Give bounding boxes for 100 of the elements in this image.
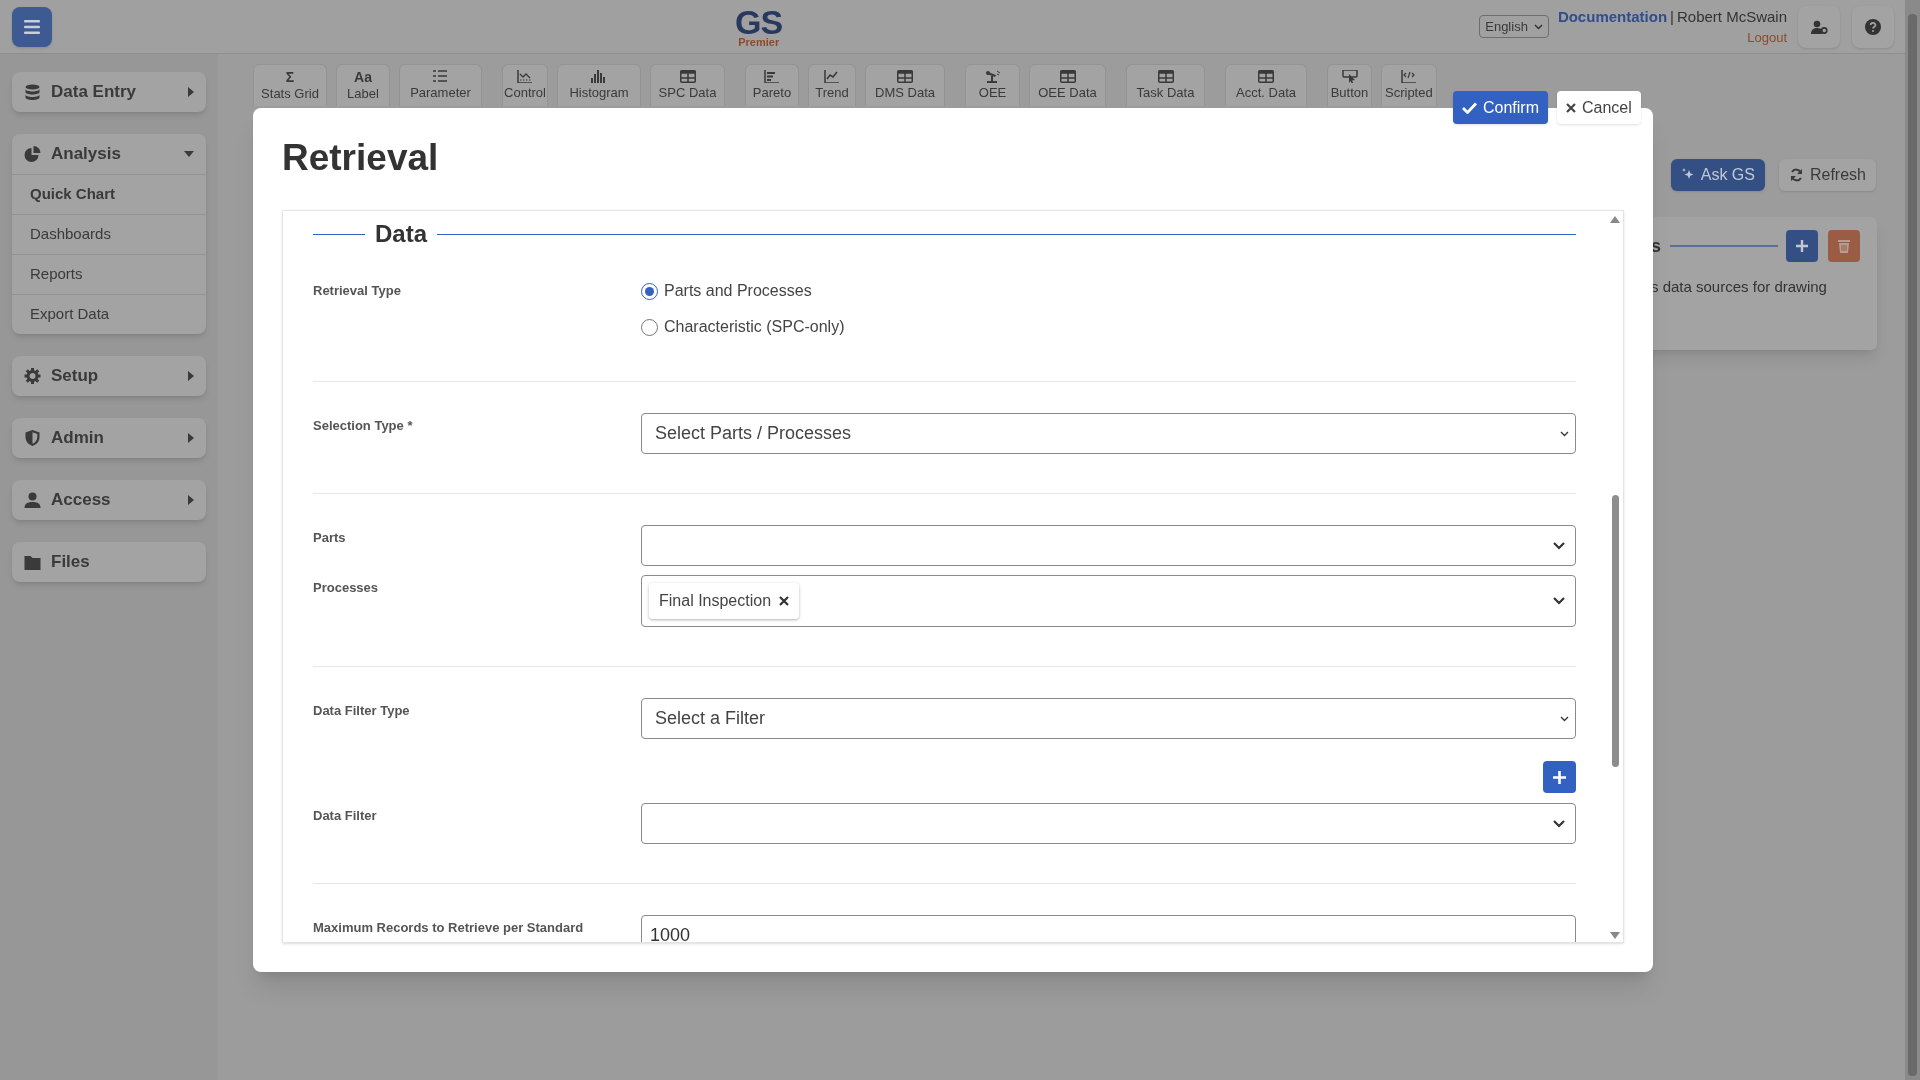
caret-right-icon xyxy=(188,495,194,505)
delete-button[interactable] xyxy=(1828,230,1860,262)
menu-icon xyxy=(24,19,40,34)
table-icon xyxy=(897,70,913,83)
scroll-down-icon xyxy=(1610,932,1620,939)
documentation-link[interactable]: Documentation xyxy=(1557,5,1668,28)
confirm-button[interactable]: Confirm xyxy=(1453,91,1548,124)
toolbar-button[interactable]: SPC Data xyxy=(650,64,725,106)
histogram-icon xyxy=(591,70,607,83)
toolbar-button[interactable]: Scripted xyxy=(1381,64,1437,106)
logout-link[interactable]: Logout xyxy=(1747,28,1787,48)
sidebar-section-header[interactable]: Data Entry xyxy=(12,72,206,112)
database-icon xyxy=(24,84,41,100)
sidebar-item[interactable]: Dashboards xyxy=(12,214,206,254)
toolbar-button[interactable]: Aa Label xyxy=(336,64,390,106)
page-scrollbar[interactable] xyxy=(1905,0,1920,1080)
toolbar-icon: Aa xyxy=(354,69,372,84)
language-select[interactable]: English xyxy=(1479,15,1549,38)
user-name: Robert McSwain xyxy=(1676,6,1787,27)
radio-label: Parts and Processes xyxy=(664,281,812,301)
caret-right-icon xyxy=(188,371,194,381)
refresh-icon xyxy=(1788,168,1804,182)
code-chart-icon xyxy=(1400,70,1417,83)
table-icon xyxy=(679,70,696,83)
toolbar-button[interactable]: Trend xyxy=(808,64,856,106)
toolbar-button[interactable]: OEE Data xyxy=(1029,64,1106,106)
selected-chip: Final Inspection xyxy=(649,583,800,619)
field-label: Processes xyxy=(313,579,380,596)
menu-button[interactable] xyxy=(12,6,52,47)
help-icon xyxy=(1865,18,1881,35)
separator-text: | xyxy=(1670,6,1674,27)
user-settings-button[interactable] xyxy=(1798,5,1840,48)
trash-icon xyxy=(1838,239,1850,253)
user-gear-icon xyxy=(1810,19,1828,34)
caret-right-icon xyxy=(188,433,194,443)
line-chart-icon xyxy=(824,70,840,83)
toolbar-button[interactable]: Task Data xyxy=(1126,64,1205,106)
multiselect-field[interactable] xyxy=(641,803,1576,844)
folder-icon xyxy=(24,554,41,570)
sidebar-item[interactable]: Export Data xyxy=(12,294,206,334)
toolbar-button[interactable]: Control xyxy=(502,64,548,106)
chevron-down-icon xyxy=(1553,541,1565,550)
sidebar-section-header[interactable]: Files xyxy=(12,542,206,582)
pareto-chart-icon xyxy=(764,70,780,83)
sidebar-section-header[interactable]: Admin xyxy=(12,418,206,458)
table-icon xyxy=(1157,70,1174,83)
toolbar-button[interactable]: Σ Stats Grid xyxy=(253,64,327,106)
action-button[interactable]: Refresh xyxy=(1778,159,1876,191)
plus-icon xyxy=(1796,240,1808,252)
toolbar-button[interactable]: OEE xyxy=(965,64,1020,106)
remove-icon xyxy=(779,596,790,606)
table-icon xyxy=(1258,70,1274,83)
select-field[interactable]: Select a Filter xyxy=(641,698,1576,739)
logo: GS Premier xyxy=(735,5,783,48)
dialog-title: Retrieval xyxy=(281,136,440,180)
field-label: Data Filter xyxy=(313,807,378,824)
pie-chart-icon xyxy=(24,146,41,162)
field-label: Data Filter Type xyxy=(313,702,411,719)
user-icon xyxy=(24,492,41,508)
table-icon xyxy=(1059,70,1076,83)
close-icon xyxy=(1566,102,1576,113)
field-label: Selection Type * xyxy=(313,417,414,434)
multiselect-field[interactable]: Final Inspection xyxy=(641,575,1576,627)
select-field[interactable]: Select Parts / Processes xyxy=(641,413,1576,454)
radio-label: Characteristic (SPC-only) xyxy=(664,317,845,337)
sidebar-section-header[interactable]: Setup xyxy=(12,356,206,396)
sidebar-section-header[interactable]: Analysis xyxy=(12,134,206,174)
chevron-down-icon xyxy=(1553,819,1565,828)
scrollbar-thumb[interactable] xyxy=(1611,495,1619,767)
check-icon xyxy=(1462,101,1477,114)
chevron-down-icon xyxy=(1560,430,1569,437)
help-button[interactable] xyxy=(1852,5,1894,48)
input-field[interactable]: 1000 xyxy=(641,915,1576,942)
pointer-icon xyxy=(1341,70,1358,83)
field-label: Parts xyxy=(313,529,347,546)
action-button[interactable]: Ask GS xyxy=(1670,159,1765,191)
toolbar-button[interactable]: Button xyxy=(1327,64,1372,106)
checklist-icon xyxy=(432,70,449,83)
chevron-down-icon xyxy=(1533,23,1543,30)
plus-icon xyxy=(1553,770,1566,784)
control-chart-icon xyxy=(517,70,533,83)
chevron-down-icon xyxy=(1560,715,1569,722)
toolbar-button[interactable]: Histogram xyxy=(557,64,641,106)
add-filter-button[interactable] xyxy=(1543,761,1576,793)
field-label: Retrieval Type xyxy=(313,282,402,299)
toolbar-button[interactable]: DMS Data xyxy=(865,64,945,106)
sidebar-item[interactable]: Quick Chart xyxy=(12,174,206,214)
shield-icon xyxy=(24,430,41,446)
toolbar-button[interactable]: Pareto xyxy=(745,64,799,106)
scroll-up-icon xyxy=(1610,216,1620,223)
section-heading: Data xyxy=(375,219,428,249)
toolbar-button[interactable]: Parameter xyxy=(399,64,482,106)
multiselect-field[interactable] xyxy=(641,525,1576,566)
chevron-down-icon xyxy=(1553,597,1565,605)
add-button[interactable] xyxy=(1786,230,1818,262)
sidebar-section-header[interactable]: Access xyxy=(12,480,206,520)
cancel-button[interactable]: Cancel xyxy=(1557,91,1641,124)
sidebar-item[interactable]: Reports xyxy=(12,254,206,294)
caret-right-icon xyxy=(188,87,194,97)
toolbar-button[interactable]: Acct. Data xyxy=(1225,64,1307,106)
